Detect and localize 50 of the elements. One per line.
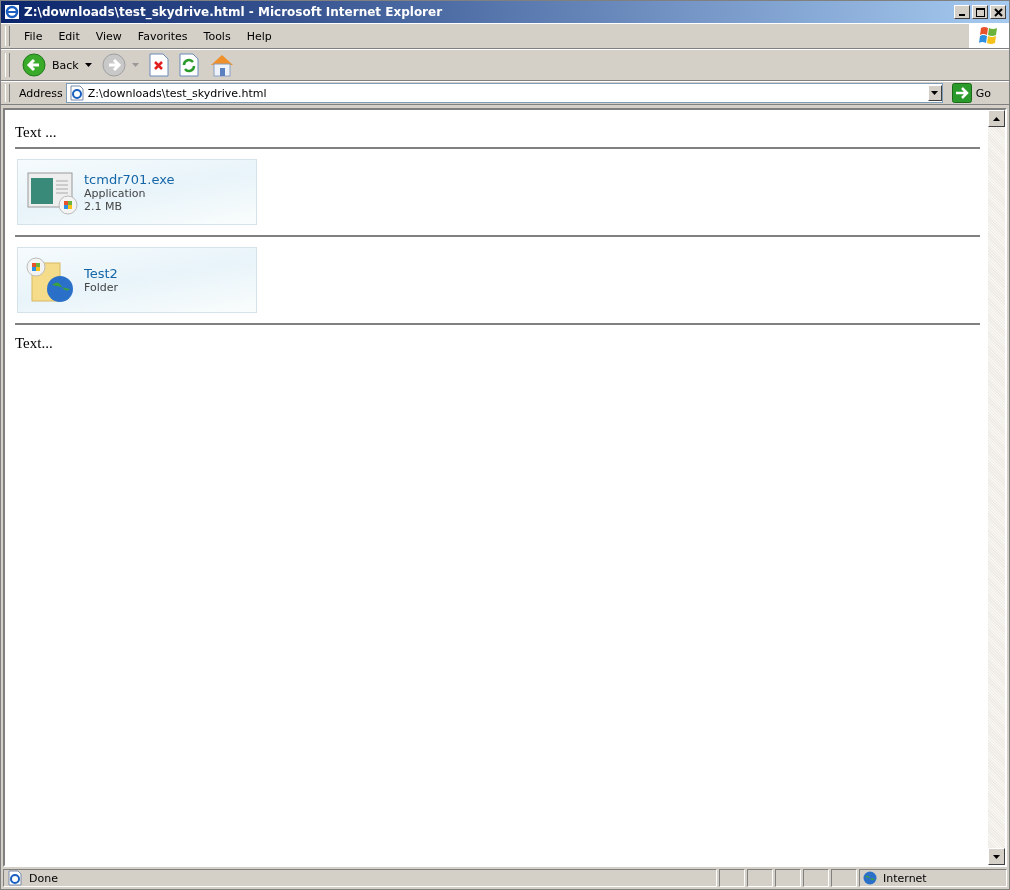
menu-item[interactable]: Favorites	[129, 29, 196, 43]
globe-icon	[863, 871, 877, 885]
window-title: Z:\downloads\test_skydrive.html - Microsoft Internet Explorer	[24, 5, 444, 19]
back-button[interactable]: Back	[22, 53, 79, 77]
status-pane	[831, 869, 857, 887]
stop-icon[interactable]	[148, 53, 169, 77]
file-type: Folder	[84, 281, 118, 294]
dropdown-arrow-icon	[131, 63, 139, 67]
refresh-icon[interactable]	[178, 53, 199, 77]
dropdown-button[interactable]	[927, 85, 942, 101]
maximize-icon	[975, 7, 985, 17]
file-name-link[interactable]: Test2	[84, 266, 118, 281]
status-pane	[803, 869, 829, 887]
maximize-button[interactable]	[972, 5, 988, 19]
status-pane	[775, 869, 801, 887]
minimize-button[interactable]	[954, 5, 970, 19]
status-pane	[719, 869, 745, 887]
close-icon	[993, 7, 1003, 17]
scroll-down-button[interactable]	[988, 848, 1005, 865]
menu-item[interactable]: Edit	[50, 29, 88, 43]
menu-item[interactable]: File	[16, 29, 51, 43]
menu-item[interactable]: Help	[238, 29, 280, 43]
file-card[interactable]: tcmdr701.exe Application 2.1 MB	[17, 159, 257, 225]
paragraph-text: Text...	[15, 335, 54, 352]
page-icon	[68, 85, 85, 101]
dropdown-arrow-icon	[84, 63, 92, 67]
vertical-scrollbar[interactable]	[988, 110, 1005, 865]
minimize-icon	[959, 13, 965, 16]
status-pane	[747, 869, 773, 887]
caret-icon	[931, 91, 939, 95]
scroll-up-button[interactable]	[988, 110, 1005, 127]
zone-text: Internet	[883, 871, 927, 885]
page-icon	[7, 870, 23, 886]
menu-item[interactable]: View	[87, 29, 130, 43]
address-field[interactable]: Z:\downloads\test_skydrive.html	[65, 83, 943, 103]
application-window-icon	[26, 169, 78, 215]
paragraph-text: Text ...	[15, 124, 58, 141]
up-arrow-icon	[993, 116, 1000, 121]
file-size: 2.1 MB	[84, 199, 124, 213]
windows-flag-icon	[978, 26, 1000, 46]
file-card[interactable]: Test2 Folder	[17, 247, 257, 313]
file-name-link[interactable]: tcmdr701.exe	[84, 171, 175, 187]
close-button[interactable]	[990, 5, 1006, 19]
file-type: Application	[84, 186, 147, 200]
ie-logo-icon	[4, 4, 20, 20]
go-button[interactable]: Go	[945, 83, 1009, 103]
down-arrow-icon	[993, 854, 1000, 859]
address-label: Address	[19, 86, 63, 100]
menu-item[interactable]: Tools	[195, 29, 239, 43]
status-text: Done	[29, 871, 58, 885]
